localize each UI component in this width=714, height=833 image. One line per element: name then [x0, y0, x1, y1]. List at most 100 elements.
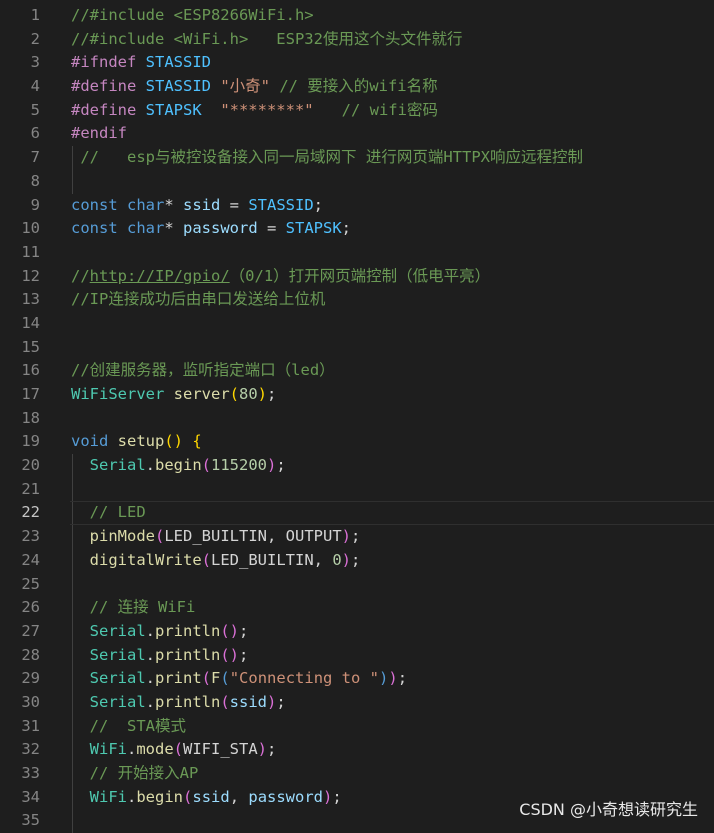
code-token: 80	[239, 385, 258, 403]
code-token: STASSID	[145, 77, 221, 96]
code-line[interactable]: 8	[0, 169, 714, 194]
line-number: 16	[21, 361, 40, 380]
code-line[interactable]: 33 // 开始接入AP	[0, 762, 714, 786]
line-number: 10	[21, 219, 40, 238]
code-token: "********"	[220, 100, 314, 119]
code-text: //#include <WiFi.h> ESP32使用这个头文件就行	[71, 28, 462, 52]
line-number: 12	[21, 266, 40, 285]
code-line[interactable]: 16 //创建服务器，监听指定端口（led）	[0, 359, 714, 383]
code-line[interactable]: 24 digitalWrite(LED_BUILTIN, 0);	[0, 548, 714, 573]
code-token: )	[257, 740, 268, 759]
code-line[interactable]: 12 //http://IP/gpio/（0/1）打开网页端控制（低电平亮）	[0, 265, 714, 289]
line-number: 15	[21, 337, 40, 356]
line-number: 14	[21, 313, 40, 332]
code-line[interactable]: 17 WiFiServer server(80);	[0, 383, 714, 407]
code-line[interactable]: 20 Serial.begin(115200);	[0, 454, 714, 478]
code-token: ;	[276, 692, 286, 711]
code-text: // 开始接入AP	[71, 762, 199, 786]
code-token: digitalWrite	[71, 550, 202, 569]
code-text: // STA模式	[71, 715, 186, 739]
code-line[interactable]: 22 // LED	[0, 501, 714, 526]
code-link[interactable]: http://IP/gpio/	[90, 267, 230, 285]
code-token: // 开始接入AP	[71, 764, 199, 782]
code-line[interactable]: 23 pinMode(LED_BUILTIN, OUTPUT);	[0, 525, 714, 549]
code-line[interactable]: 18	[0, 407, 714, 431]
code-text: #ifndef STASSID	[71, 51, 211, 75]
code-text: //http://IP/gpio/（0/1）打开网页端控制（低电平亮）	[71, 265, 490, 289]
code-line[interactable]: 10 const char* password = STAPSK;	[0, 217, 714, 241]
code-token: ;	[267, 740, 277, 759]
code-token: #endif	[71, 124, 127, 143]
code-line[interactable]: 26 // 连接 WiFi	[0, 596, 714, 620]
code-line[interactable]: 28 Serial.println();	[0, 643, 714, 668]
code-text: Serial.println();	[71, 644, 249, 668]
code-line[interactable]: 11	[0, 241, 714, 265]
code-token: Serial	[71, 669, 146, 688]
code-token: //IP连接成功后由串口发送给上位机	[71, 290, 326, 309]
code-token: .	[145, 669, 155, 688]
code-token: //#include <WiFi.h> ESP32使用这个头文件就行	[71, 29, 463, 48]
code-token: const	[71, 219, 127, 238]
code-line[interactable]: 1 //#include <ESP8266WiFi.h>	[0, 4, 714, 28]
line-number: 4	[30, 77, 40, 96]
code-line[interactable]: 32 WiFi.mode(WIFI_STA);	[0, 738, 714, 762]
code-line[interactable]: 5 #define STAPSK "********" // wifi密码	[0, 99, 714, 123]
code-token: (	[201, 456, 212, 475]
code-token: Serial	[71, 645, 146, 664]
code-token: ssid	[229, 692, 267, 711]
line-number: 26	[21, 598, 40, 617]
code-line[interactable]: 19 void setup() {	[0, 430, 714, 454]
code-line[interactable]: 15	[0, 336, 714, 360]
code-text: //#include <ESP8266WiFi.h>	[71, 4, 314, 28]
code-token: // STA模式	[71, 716, 186, 735]
code-token: password	[248, 787, 324, 806]
code-line[interactable]: 3 #ifndef STASSID	[0, 51, 714, 75]
code-token: .	[145, 645, 155, 664]
code-line[interactable]: 7 // esp与被控设备接入同一局域网下 进行网页端HTTPX响应远程控制	[0, 146, 714, 170]
code-line[interactable]: 21	[0, 477, 714, 502]
line-number: 35	[21, 811, 40, 830]
line-number: 28	[21, 645, 40, 664]
code-line[interactable]: 25	[0, 572, 714, 597]
code-token: print	[155, 669, 202, 688]
code-token: () {	[164, 432, 202, 451]
code-line[interactable]: 6 #endif	[0, 122, 714, 146]
code-token: ()	[220, 645, 239, 664]
line-number: 2	[30, 29, 40, 48]
code-line[interactable]: 31 // STA模式	[0, 714, 714, 739]
code-token: Serial	[71, 692, 146, 711]
code-text: WiFiServer server(80);	[71, 383, 276, 407]
code-line[interactable]: 13 //IP连接成功后由串口发送给上位机	[0, 288, 714, 312]
code-editor[interactable]: 1 //#include <ESP8266WiFi.h> 2 //#include <…	[0, 4, 714, 833]
code-token: pinMode	[71, 527, 155, 546]
code-token: (	[173, 740, 184, 759]
code-line[interactable]: 2 //#include <WiFi.h> ESP32使用这个头文件就行	[0, 28, 714, 52]
line-number: 18	[21, 408, 40, 427]
code-token: "Connecting to "	[229, 669, 380, 688]
code-text: const char* ssid = STASSID;	[71, 194, 323, 218]
code-token: // esp与被控设备接入同一局域网下 进行网页端HTTPX响应远程控制	[71, 148, 583, 167]
line-number: 1	[30, 6, 40, 24]
code-token: LED_BUILTIN	[164, 527, 267, 546]
code-text: // LED	[71, 501, 146, 525]
code-line[interactable]: 4 #define STASSID "小奇" // 要接入的wifi名称	[0, 75, 714, 99]
code-line[interactable]: 14	[0, 312, 714, 336]
line-number: 33	[21, 764, 40, 782]
code-token: char	[127, 219, 165, 238]
code-line[interactable]: 9 const char* ssid = STASSID;	[0, 194, 714, 218]
code-token: setup	[117, 432, 165, 451]
indent-guide	[72, 477, 73, 502]
line-number: 32	[21, 740, 40, 759]
code-text: Serial.println(ssid);	[71, 691, 286, 715]
code-line[interactable]: 27 Serial.println();	[0, 619, 714, 644]
code-line[interactable]: 30 Serial.println(ssid);	[0, 690, 714, 715]
code-token: //#include <ESP8266WiFi.h>	[71, 6, 314, 24]
code-text: //创建服务器，监听指定端口（led）	[71, 359, 335, 383]
indent-guide	[72, 169, 73, 194]
code-line[interactable]: 29 Serial.print(F("Connecting to "));	[0, 667, 714, 691]
code-token: .	[145, 621, 155, 640]
code-text: const char* password = STAPSK;	[71, 217, 351, 241]
code-token: Serial	[71, 621, 146, 640]
line-number: 25	[21, 574, 40, 593]
code-token: F	[211, 669, 221, 688]
